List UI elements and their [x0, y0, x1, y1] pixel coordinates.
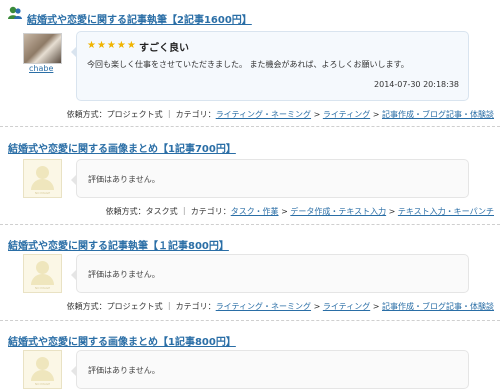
divider — [0, 126, 500, 127]
job-title-link[interactable]: 結婚式や恋愛に関する画像まとめ【1記事700円】 — [8, 140, 236, 155]
meta-prefix: 依頼方式：プロジェクト式 ｜ カテゴリ： — [66, 302, 216, 311]
job-meta: 依頼方式：プロジェクト式 ｜ カテゴリ：ライティング・ネーミング > ライティン… — [66, 302, 494, 311]
review-bubble: 評価はありません。 — [71, 159, 469, 198]
no-image-avatar-icon: NO IMAGE — [23, 159, 62, 198]
meta-prefix: 依頼方式：プロジェクト式 ｜ カテゴリ： — [66, 110, 216, 119]
person-icon — [8, 6, 22, 19]
job-title-link[interactable]: 結婚式や恋愛に関する記事執筆【2記事1600円】 — [27, 11, 252, 26]
divider — [0, 320, 500, 321]
category-link[interactable]: ライティング — [323, 302, 370, 311]
no-review-text: 評価はありません。 — [88, 175, 160, 184]
user-avatar[interactable] — [23, 33, 62, 64]
review-date: 2014-07-30 20:18:38 — [374, 80, 459, 89]
meta-prefix: 依頼方式：タスク式 ｜ カテゴリ： — [105, 207, 231, 216]
no-review-text: 評価はありません。 — [88, 270, 160, 279]
category-link[interactable]: タスク・作業 — [231, 207, 279, 216]
job-title-link[interactable]: 結婚式や恋愛に関する画像まとめ【1記事800円】 — [8, 333, 236, 348]
divider — [0, 224, 500, 225]
review-bubble: 評価はありません。 — [71, 350, 469, 389]
rating-label: すごく良い — [139, 43, 189, 54]
no-image-avatar-icon: NO IMAGE — [23, 350, 62, 389]
job-title-link[interactable]: 結婚式や恋愛に関する記事執筆【１記事800円】 — [8, 237, 229, 252]
no-review-text: 評価はありません。 — [88, 366, 160, 375]
review-comment: 今回も楽しく仕事をさせていただきました。 また機会があれば、よろしくお願いします… — [87, 60, 409, 69]
username-link[interactable]: chabe — [29, 64, 53, 73]
job-meta: 依頼方式：タスク式 ｜ カテゴリ：タスク・作業 > データ作成・テキスト入力 >… — [105, 207, 494, 216]
category-link[interactable]: 記事作成・ブログ記事・体験談 — [382, 110, 494, 119]
category-link[interactable]: 記事作成・ブログ記事・体験談 — [382, 302, 494, 311]
job-meta: 依頼方式：プロジェクト式 ｜ カテゴリ：ライティング・ネーミング > ライティン… — [66, 110, 494, 119]
review-bubble: 評価はありません。 — [71, 254, 469, 293]
review-bubble: ★★★★★ すごく良い 今回も楽しく仕事をさせていただきました。 また機会があれ… — [71, 31, 469, 101]
category-link[interactable]: ライティング・ネーミング — [216, 110, 311, 119]
rating-stars-icon: ★★★★★ — [87, 40, 137, 51]
category-link[interactable]: ライティング — [323, 110, 370, 119]
category-link[interactable]: データ作成・テキスト入力 — [290, 207, 386, 216]
no-image-avatar-icon: NO IMAGE — [23, 254, 62, 293]
category-link[interactable]: ライティング・ネーミング — [216, 302, 311, 311]
category-link[interactable]: テキスト入力・キーパンチ — [398, 207, 494, 216]
